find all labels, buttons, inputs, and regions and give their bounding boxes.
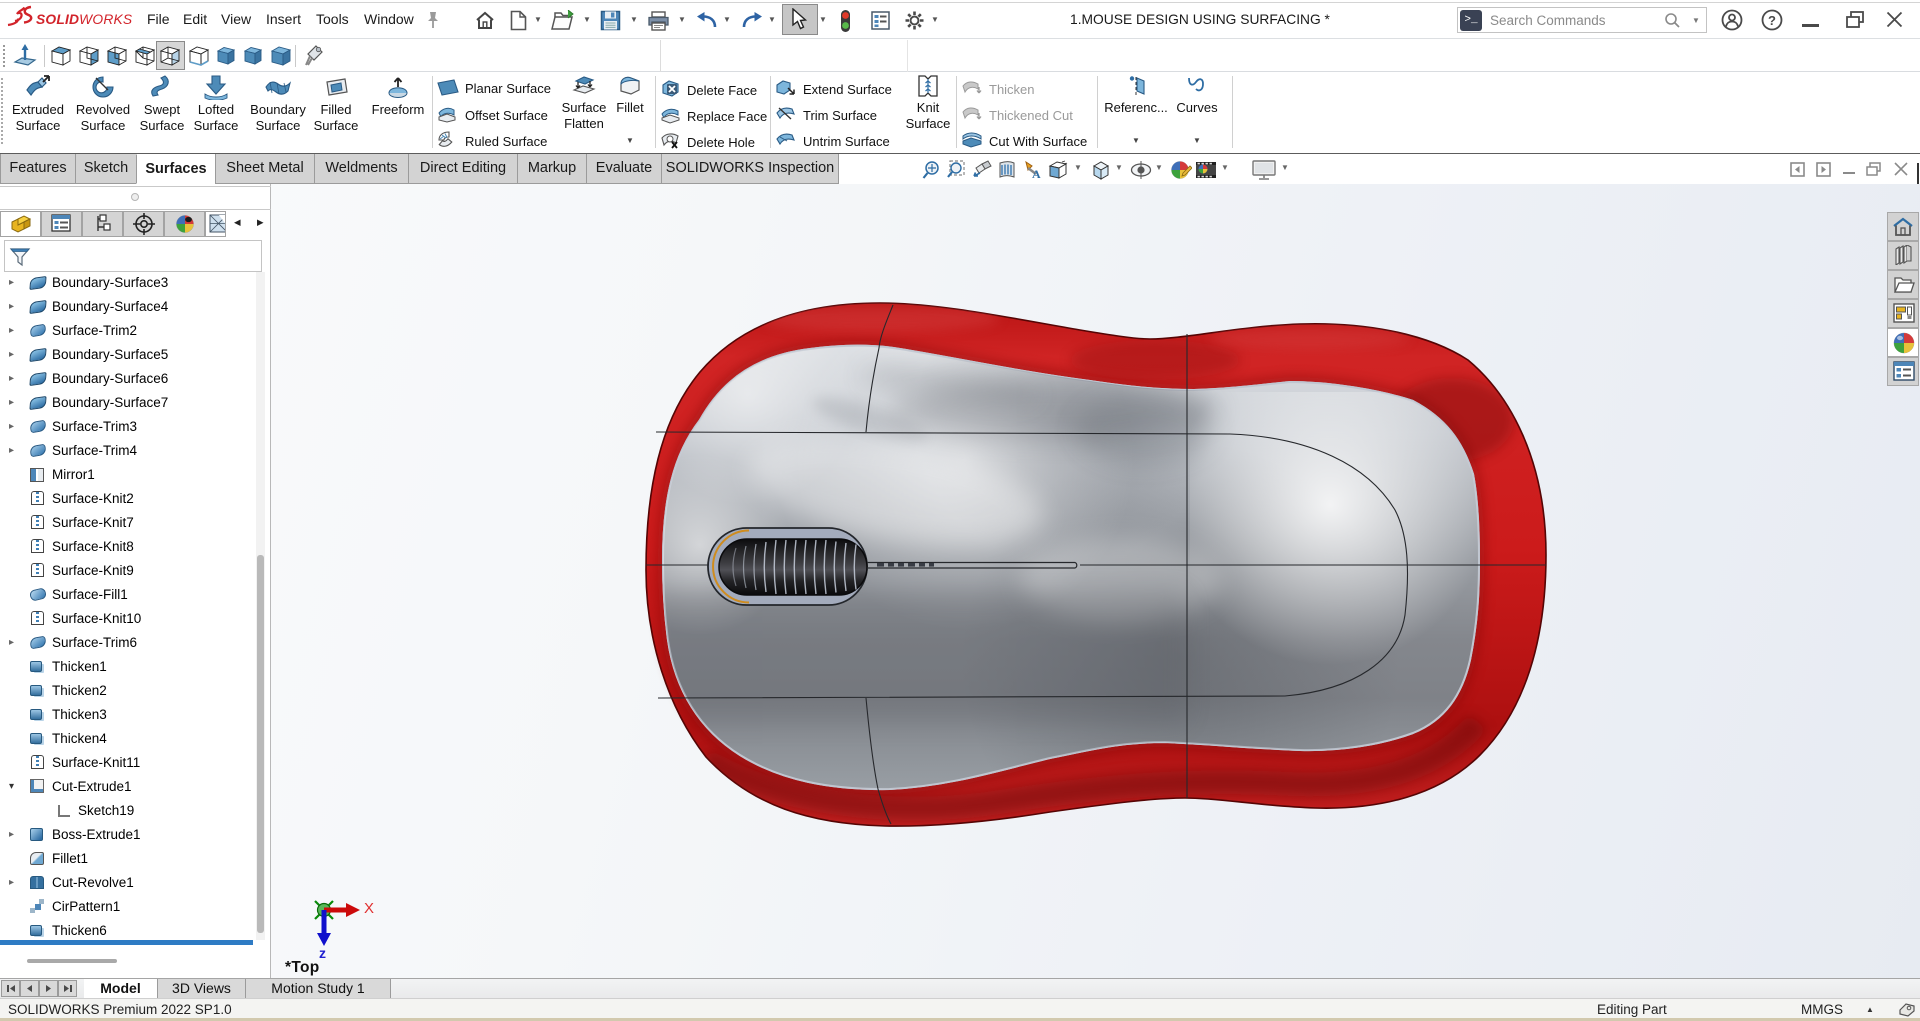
svg-text:z: z (319, 945, 326, 961)
svg-text:SOLIDWORKS: SOLIDWORKS (36, 12, 133, 27)
svg-text:X: X (364, 900, 374, 917)
svg-text:?: ? (1768, 13, 1776, 28)
svg-text:A: A (1032, 167, 1041, 180)
